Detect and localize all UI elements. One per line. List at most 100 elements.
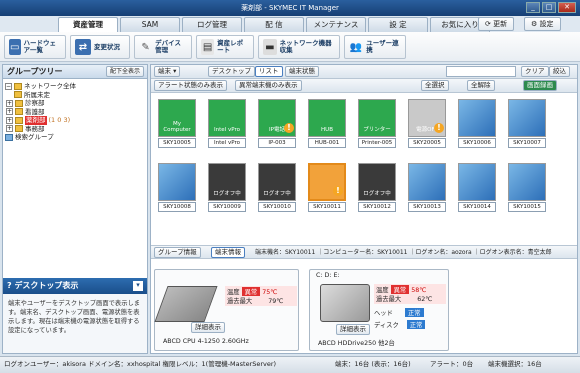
group-tree-header: グループツリー 配下全表示 bbox=[3, 65, 147, 79]
tree-node-pharmacy[interactable]: + 薬剤部 (1 0 3) bbox=[5, 116, 145, 125]
collapse-icon[interactable]: − bbox=[5, 82, 12, 90]
cpu-detail-box: 温度 異常 75℃ 過去最大 79℃ 詳細表示 ABCD CPU 4-1250 … bbox=[154, 269, 299, 351]
terminal-screen-text: プリンター bbox=[363, 127, 391, 133]
terminal-toolbar: 端末 ▾ デスクトップ リスト 端末状態 クリア 絞込 bbox=[151, 65, 577, 79]
terminal-card[interactable]: HUB HUB-001 bbox=[308, 99, 346, 149]
screen-record-button[interactable]: 画面録画 bbox=[523, 80, 557, 91]
terminal-card[interactable]: SKY10006 bbox=[458, 99, 496, 149]
terminal-card[interactable]: SKY10015 bbox=[508, 163, 546, 213]
warning-icon: ! bbox=[284, 123, 294, 133]
terminal-card[interactable]: SKY10008 bbox=[158, 163, 196, 213]
desktop-display-panel: ? デスクトップ表示 ▾ 端末やユーザーをデスクトップ画面で表示します。端末名、… bbox=[3, 278, 147, 353]
tab-log[interactable]: ログ管理 bbox=[182, 17, 242, 32]
expand-icon[interactable]: + bbox=[6, 99, 13, 107]
network-icon: ▬ bbox=[263, 39, 277, 55]
terminal-card[interactable]: SKY10013 bbox=[408, 163, 446, 213]
terminal-card[interactable]: SKY10014 bbox=[458, 163, 496, 213]
deselect-all-button[interactable]: 全解除 bbox=[467, 80, 495, 91]
terminal-screen-text: ログオフ中 bbox=[213, 191, 241, 197]
close-button[interactable]: ✕ bbox=[558, 2, 576, 13]
terminal-screen: My Computer bbox=[158, 99, 196, 137]
maximize-button[interactable]: □ bbox=[542, 2, 556, 13]
terminal-screen: Intel vPro bbox=[208, 99, 246, 137]
terminal-card[interactable]: ログオフ中 SKY10012 bbox=[358, 163, 396, 213]
settings-button[interactable]: ⚙ 設定 bbox=[524, 17, 561, 31]
terminal-name: HUB-001 bbox=[308, 138, 346, 148]
tab-settings[interactable]: 設 定 bbox=[368, 17, 428, 32]
window-titlebar: 薬剤部 - SKYMEC IT Manager _ □ ✕ bbox=[0, 0, 580, 16]
filter-button[interactable]: 絞込 bbox=[549, 66, 570, 77]
alert-only-button[interactable]: アラート状態のみ表示 bbox=[154, 80, 227, 91]
terminal-screen bbox=[458, 163, 496, 201]
terminal-name: SKY10012 bbox=[358, 202, 396, 212]
tab-asset[interactable]: 資産管理 bbox=[58, 17, 118, 32]
cpu-image bbox=[154, 286, 218, 322]
terminal-name: SKY10008 bbox=[158, 202, 196, 212]
terminal-card[interactable]: My Computer SKY10005 bbox=[158, 99, 196, 149]
terminal-card[interactable]: プリンター Printer-005 bbox=[358, 99, 396, 149]
hardware-list-button[interactable]: ▭ ハードウェア一覧 bbox=[4, 35, 66, 59]
terminal-screen: ! bbox=[308, 163, 346, 201]
search-group-icon bbox=[5, 133, 13, 141]
cpu-status: 温度 異常 75℃ 過去最大 79℃ bbox=[225, 286, 297, 306]
asset-report-button[interactable]: ▤ 資産レポート bbox=[196, 35, 254, 59]
terminal-screen: プリンター bbox=[358, 99, 396, 137]
change-status-button[interactable]: ⇄ 変更状況 bbox=[70, 35, 130, 59]
device-manage-button[interactable]: ✎ デバイス管理 bbox=[134, 35, 192, 59]
hdd-disk-status: ディスク 正常 bbox=[374, 320, 426, 329]
warning-icon: ! bbox=[333, 186, 343, 196]
terminal-name: SKY10011 bbox=[308, 202, 346, 212]
terminal-info-tab[interactable]: 端末情報 bbox=[211, 247, 245, 258]
tree-node-unassigned[interactable]: 所属未定 bbox=[5, 91, 145, 100]
minimize-button[interactable]: _ bbox=[526, 2, 540, 13]
user-link-button[interactable]: 👥 ユーザー連携 bbox=[344, 35, 406, 59]
network-collect-button[interactable]: ▬ ネットワーク機器収集 bbox=[258, 35, 340, 59]
search-input[interactable] bbox=[446, 66, 516, 77]
expand-icon[interactable]: + bbox=[6, 125, 13, 133]
desktop-view-button[interactable]: デスクトップ bbox=[208, 66, 255, 77]
terminal-card[interactable]: IP電話! IP-003 bbox=[258, 99, 296, 149]
device-icon: ✎ bbox=[141, 41, 150, 53]
terminal-card[interactable]: 電源OFF! SKY20005 bbox=[408, 99, 446, 149]
tree-node-clinical[interactable]: + 診察部 bbox=[5, 99, 145, 108]
hdd-detail-button[interactable]: 詳細表示 bbox=[336, 324, 370, 335]
tab-distribution[interactable]: 配 信 bbox=[244, 17, 304, 32]
collapse-panel-icon[interactable]: ▾ bbox=[133, 281, 143, 291]
terminal-screen-text: ログオフ中 bbox=[363, 191, 391, 197]
tree-node-nursing[interactable]: + 看護部 bbox=[5, 108, 145, 117]
terminal-card[interactable]: ログオフ中 SKY10009 bbox=[208, 163, 246, 213]
hdd-detail-box: C: D: E: 温度 異常 58℃ 過去最大 62℃ ヘッド 正常 ディスク … bbox=[309, 269, 449, 351]
tab-sam[interactable]: SAM bbox=[120, 17, 180, 32]
expand-icon[interactable]: + bbox=[6, 108, 13, 116]
abnormal-only-button[interactable]: 異常端末機のみ表示 bbox=[235, 80, 302, 91]
cpu-detail-button[interactable]: 詳細表示 bbox=[191, 322, 225, 333]
group-tree: − ネットワーク全体 所属未定 + 診察部 + 看護部 + 薬剤部 (1 0 3) + 事務… bbox=[3, 79, 147, 145]
expand-all-button[interactable]: 配下全表示 bbox=[105, 66, 144, 77]
terminal-screen-text: Intel vPro bbox=[214, 127, 240, 133]
terminal-dropdown[interactable]: 端末 ▾ bbox=[154, 66, 181, 77]
list-view-button[interactable]: リスト bbox=[255, 66, 283, 77]
hardware-icon: ▭ bbox=[9, 39, 21, 55]
tab-maintenance[interactable]: メンテナンス bbox=[306, 17, 366, 32]
tree-node-office[interactable]: + 事務部 bbox=[5, 125, 145, 134]
terminal-name: Printer-005 bbox=[358, 138, 396, 148]
terminal-card[interactable]: ログオフ中 SKY10010 bbox=[258, 163, 296, 213]
terminal-name: SKY10007 bbox=[508, 138, 546, 148]
clear-button[interactable]: クリア bbox=[521, 66, 549, 77]
tree-node-network[interactable]: − ネットワーク全体 bbox=[5, 82, 145, 91]
terminal-name: IP-003 bbox=[258, 138, 296, 148]
group-info-tab[interactable]: グループ情報 bbox=[154, 247, 201, 258]
hdd-image bbox=[320, 284, 370, 322]
folder-icon bbox=[15, 125, 23, 133]
select-all-button[interactable]: 全選択 bbox=[421, 80, 449, 91]
tree-node-search[interactable]: 検索グループ bbox=[5, 133, 145, 142]
terminal-screen: IP電話! bbox=[258, 99, 296, 137]
terminal-card[interactable]: ! SKY10011 bbox=[308, 163, 346, 213]
terminal-screen-text: My Computer bbox=[163, 121, 191, 133]
expand-icon[interactable]: + bbox=[6, 116, 13, 124]
terminal-card[interactable]: Intel vPro Intel vPro bbox=[208, 99, 246, 149]
terminal-card[interactable]: SKY10007 bbox=[508, 99, 546, 149]
terminal-status-button[interactable]: 端末状態 bbox=[285, 66, 319, 77]
folder-icon bbox=[15, 108, 23, 116]
refresh-button[interactable]: ⟳ 更新 bbox=[478, 17, 515, 31]
